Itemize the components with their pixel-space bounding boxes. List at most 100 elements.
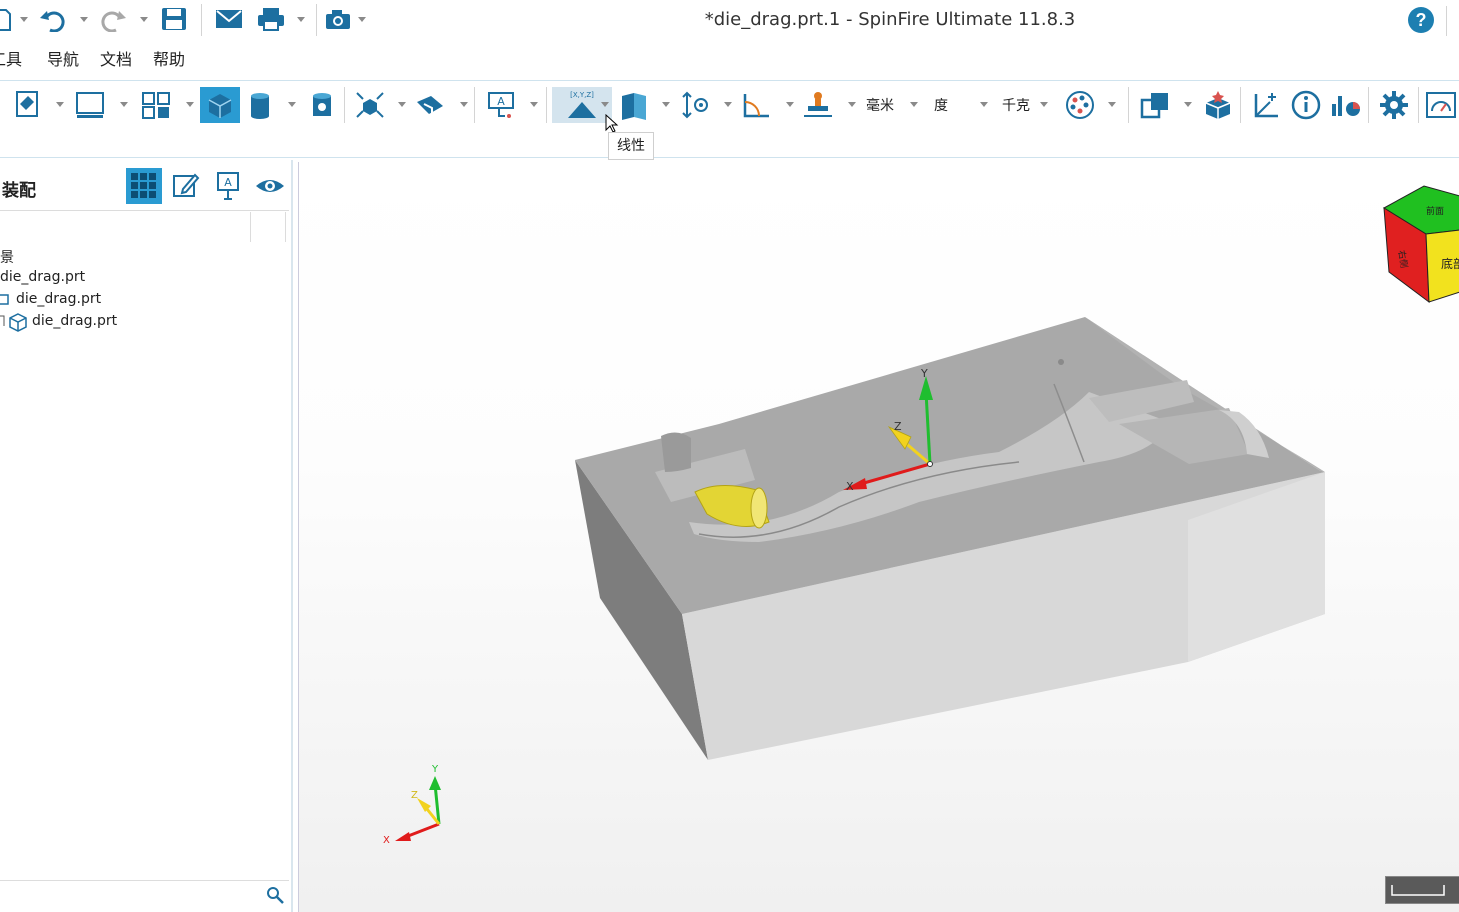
cylinder-display-button[interactable] — [240, 87, 280, 123]
search-icon[interactable] — [266, 886, 284, 904]
compare-caret[interactable] — [1184, 102, 1192, 107]
multi-view-button[interactable] — [136, 87, 176, 123]
camera-dropdown-caret[interactable] — [358, 17, 366, 22]
settings-button[interactable] — [1374, 87, 1414, 123]
angle-unit-label[interactable]: 度 — [934, 95, 948, 115]
section-caret[interactable] — [460, 102, 468, 107]
triad-y-label: Y — [920, 367, 928, 380]
distance-caret[interactable] — [724, 102, 732, 107]
views-book-button[interactable] — [614, 87, 654, 123]
column-divider — [285, 212, 286, 242]
tree-search-input[interactable] — [0, 880, 289, 909]
mass-unit-caret[interactable] — [1040, 102, 1048, 107]
view-caret[interactable] — [120, 102, 128, 107]
tree-item-root[interactable]: die_drag.prt — [0, 269, 85, 285]
view-cube[interactable]: 前面 底部 右侧 — [1383, 185, 1459, 304]
palette-caret[interactable] — [1108, 102, 1116, 107]
stamp-icon — [804, 92, 832, 117]
single-view-button[interactable] — [70, 87, 110, 123]
annotation-button[interactable]: A — [482, 87, 522, 123]
length-unit-caret[interactable] — [910, 102, 918, 107]
angle-icon — [743, 94, 769, 118]
menu-document[interactable]: 文档 — [100, 46, 132, 70]
shaded-cube-icon — [208, 94, 232, 118]
menu-tools[interactable]: 工具 — [0, 46, 22, 70]
tab-assembly[interactable] — [126, 168, 162, 204]
distance-button[interactable] — [676, 87, 716, 123]
part-cube-icon — [0, 313, 27, 332]
print-icon[interactable] — [256, 6, 286, 32]
panel-title: 装配 — [2, 181, 36, 201]
mass-unit-label[interactable]: 千克 — [1002, 95, 1030, 115]
scale-indicator — [1385, 876, 1459, 904]
menu-help[interactable]: 帮助 — [153, 46, 185, 70]
angle-button[interactable] — [736, 87, 776, 123]
new-file-icon[interactable] — [0, 6, 12, 32]
monitor-icon — [76, 92, 104, 118]
color-palette-button[interactable] — [1060, 87, 1100, 123]
save-icon[interactable] — [160, 6, 188, 32]
model-canvas[interactable]: Y Z X Y Z X 前面 底部 右侧 — [299, 162, 1459, 912]
explode-button[interactable] — [350, 87, 390, 123]
email-icon[interactable] — [214, 6, 244, 32]
section-button[interactable] — [410, 87, 450, 123]
eye-icon — [256, 180, 284, 192]
print-dropdown-caret[interactable] — [297, 17, 305, 22]
tab-visibility[interactable] — [252, 168, 288, 204]
separator — [474, 87, 475, 123]
viewcube-top-label[interactable]: 前面 — [1426, 205, 1444, 217]
assembly-node-icon — [0, 294, 9, 305]
coordinate-peak-icon: [X,Y,Z] — [568, 91, 596, 118]
tree-item-assembly[interactable]: die_drag.prt — [16, 291, 101, 307]
mass-properties-button[interactable] — [798, 87, 838, 123]
info-button[interactable] — [1286, 87, 1326, 123]
explode-caret[interactable] — [398, 102, 406, 107]
ribbon-toolbar: A [X,Y,Z] 毫米 度 千克 — [0, 80, 1459, 158]
angle-caret[interactable] — [786, 102, 794, 107]
cylinder-caret[interactable] — [288, 102, 296, 107]
corner-triad-x-label: X — [383, 835, 390, 846]
separator — [546, 87, 547, 123]
shaded-mode-button[interactable] — [200, 87, 240, 123]
angle-unit-caret[interactable] — [980, 102, 988, 107]
separator — [1368, 87, 1369, 123]
views-caret[interactable] — [662, 102, 670, 107]
statistics-button[interactable] — [1326, 87, 1366, 123]
performance-button[interactable] — [1422, 87, 1459, 123]
multi-view-caret[interactable] — [186, 102, 194, 107]
tab-markup[interactable] — [168, 168, 204, 204]
settings-cylinder-button[interactable] — [302, 87, 342, 123]
linear-caret[interactable] — [601, 102, 609, 107]
column-divider — [250, 212, 251, 242]
separator — [201, 4, 202, 36]
tab-annotations[interactable]: A — [210, 168, 246, 204]
camera-icon[interactable] — [324, 6, 352, 32]
compare-button[interactable] — [1135, 87, 1175, 123]
annotation-caret[interactable] — [530, 102, 538, 107]
quad-view-icon — [142, 92, 170, 119]
tree-item-part[interactable]: die_drag.prt — [32, 313, 117, 329]
part-model[interactable] — [575, 317, 1325, 760]
coordinate-system-button[interactable] — [1246, 87, 1286, 123]
book-icon — [622, 93, 646, 120]
menu-bar: 工具 导航 文档 帮助 — [0, 42, 1459, 70]
length-unit-label[interactable]: 毫米 — [866, 95, 894, 115]
appearance-caret[interactable] — [56, 102, 64, 107]
undo-dropdown-caret[interactable] — [80, 17, 88, 22]
separator — [1418, 87, 1419, 123]
tree-item-scene[interactable]: 景 — [0, 247, 14, 267]
presentation-icon: A — [217, 172, 239, 200]
new-file-dropdown-caret[interactable] — [20, 17, 28, 22]
viewcube-right-label[interactable]: 底部 — [1441, 256, 1459, 271]
appearance-button[interactable] — [6, 87, 46, 123]
chart-pie-icon — [1332, 96, 1360, 116]
redo-dropdown-caret[interactable] — [140, 17, 148, 22]
package-button[interactable] — [1198, 87, 1238, 123]
mass-caret[interactable] — [848, 102, 856, 107]
corner-triad-z-label: Z — [411, 790, 418, 801]
help-button[interactable]: ? — [1408, 7, 1434, 33]
redo-icon[interactable] — [98, 6, 128, 32]
3d-viewport[interactable]: Y Z X Y Z X 前面 底部 右侧 — [298, 162, 1459, 912]
menu-navigation[interactable]: 导航 — [47, 46, 79, 70]
undo-icon[interactable] — [38, 6, 68, 32]
